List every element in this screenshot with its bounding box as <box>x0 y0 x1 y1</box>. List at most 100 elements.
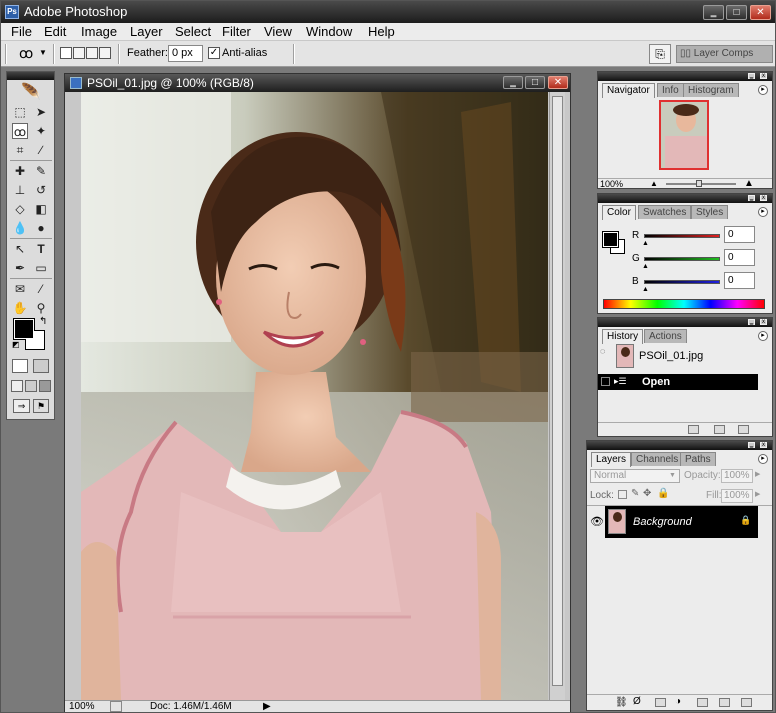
panel-minimize-button[interactable]: ‗ <box>748 319 755 325</box>
red-slider[interactable] <box>644 234 720 238</box>
zoom-out-icon[interactable]: ▲ <box>650 179 658 189</box>
photo-canvas[interactable] <box>81 92 548 700</box>
menu-select[interactable]: Select <box>175 24 211 39</box>
panel-menu-icon[interactable]: ▸ <box>758 454 768 464</box>
antialias-checkbox[interactable]: ✓ <box>208 47 220 59</box>
tab-swatches[interactable]: Swatches <box>638 205 692 219</box>
color-ramp[interactable] <box>603 299 765 309</box>
blue-slider[interactable] <box>644 280 720 284</box>
trash-icon[interactable] <box>738 425 749 434</box>
layer-style-icon[interactable]: Ø <box>633 696 641 707</box>
status-icon[interactable] <box>110 701 122 712</box>
panel-menu-icon[interactable]: ▸ <box>758 331 768 341</box>
panel-close-button[interactable]: x <box>760 442 767 448</box>
menu-image[interactable]: Image <box>81 24 117 39</box>
layer-name[interactable]: Background <box>633 516 692 528</box>
doc-minimize-button[interactable]: ‗ <box>503 76 523 89</box>
standard-mode-icon[interactable] <box>12 359 28 373</box>
add-mask-icon[interactable] <box>655 698 666 707</box>
history-brush-tool-icon[interactable]: ↺ <box>33 182 49 198</box>
menu-edit[interactable]: Edit <box>44 24 66 39</box>
layer-comps-tab[interactable]: Layer Comps <box>694 48 753 59</box>
hand-tool-icon[interactable]: ✋ <box>12 300 28 316</box>
new-document-from-state-icon[interactable] <box>688 425 699 434</box>
imageready-icon[interactable]: ⚑ <box>33 399 49 413</box>
notes-tool-icon[interactable]: ✉ <box>12 281 28 297</box>
vertical-scrollbar[interactable] <box>549 92 565 700</box>
eraser-tool-icon[interactable]: ◇ <box>12 201 28 217</box>
fill-input[interactable]: 100% <box>721 489 753 503</box>
new-layer-icon[interactable] <box>719 698 730 707</box>
snapshot-name[interactable]: PSOil_01.jpg <box>639 350 703 362</box>
tab-actions[interactable]: Actions <box>644 329 687 343</box>
red-slider-thumb[interactable]: ▲ <box>642 240 649 247</box>
status-menu-arrow-icon[interactable]: ▶ <box>263 701 271 712</box>
navigator-view-box[interactable] <box>659 100 709 170</box>
panel-minimize-button[interactable]: ‗ <box>748 442 755 448</box>
lasso-tool-preset-icon[interactable]: ꝏ <box>19 45 33 62</box>
navigator-zoom[interactable]: 100% <box>600 179 623 189</box>
brush-tool-icon[interactable]: ✎ <box>33 163 49 179</box>
tab-navigator[interactable]: Navigator <box>602 83 655 98</box>
red-value[interactable]: 0 <box>724 226 755 243</box>
layer-row[interactable]: Background 🔒 <box>605 506 758 538</box>
panel-close-button[interactable]: x <box>760 319 767 325</box>
tab-styles[interactable]: Styles <box>691 205 729 219</box>
healing-brush-tool-icon[interactable]: ✚ <box>12 163 28 179</box>
history-brush-source-icon[interactable]: ◌ <box>600 346 612 360</box>
blend-mode-select[interactable]: Normal ▼ <box>590 469 680 483</box>
file-browser-icon[interactable]: ⎘ <box>649 44 671 64</box>
intersect-selection-icon[interactable] <box>99 47 111 59</box>
panel-menu-icon[interactable]: ▸ <box>758 207 768 217</box>
close-button[interactable]: ✕ <box>750 5 771 20</box>
default-colors-icon[interactable]: ◩ <box>12 340 20 349</box>
zoom-slider-thumb[interactable] <box>696 180 702 187</box>
zoom-in-icon[interactable]: ▲ <box>744 179 754 189</box>
doc-close-button[interactable]: ✕ <box>548 76 568 89</box>
jump-to-imageready-icon[interactable]: ⇒ <box>13 399 30 413</box>
panel-minimize-button[interactable]: ‗ <box>748 73 755 79</box>
green-slider[interactable] <box>644 257 720 261</box>
foreground-color-swatch-front[interactable] <box>14 319 34 339</box>
green-value[interactable]: 0 <box>724 249 755 266</box>
pen-tool-icon[interactable]: ✒ <box>12 260 28 276</box>
quick-mask-mode-icon[interactable] <box>33 359 49 373</box>
opacity-input[interactable]: 100% <box>721 469 753 483</box>
zoom-level[interactable]: 100% <box>69 701 95 712</box>
marquee-tool-icon[interactable]: ⬚ <box>12 104 28 120</box>
link-layers-icon[interactable]: ⛓ <box>615 697 628 708</box>
crop-tool-icon[interactable]: ⌗ <box>12 142 28 158</box>
clone-stamp-tool-icon[interactable]: ⊥ <box>12 182 28 198</box>
lock-transparency-icon[interactable] <box>618 490 627 499</box>
type-tool-icon[interactable]: T <box>33 241 49 257</box>
full-screen-mode-icon[interactable] <box>39 380 51 392</box>
minimize-button[interactable]: ‗ <box>703 5 724 20</box>
swap-colors-icon[interactable]: ↰ <box>39 316 47 327</box>
green-slider-thumb[interactable]: ▲ <box>642 263 649 270</box>
magic-wand-tool-icon[interactable]: ✦ <box>33 123 49 139</box>
history-checkbox[interactable] <box>601 377 610 386</box>
dodge-tool-icon[interactable]: ● <box>33 220 49 236</box>
path-selection-tool-icon[interactable]: ↖ <box>12 241 28 257</box>
shape-tool-icon[interactable]: ▭ <box>33 260 49 276</box>
full-screen-menu-mode-icon[interactable] <box>25 380 37 392</box>
opacity-arrow-icon[interactable]: ▶ <box>755 470 760 478</box>
new-group-icon[interactable] <box>697 698 708 707</box>
chevron-down-icon[interactable]: ▼ <box>39 48 47 57</box>
add-to-selection-icon[interactable] <box>73 47 85 59</box>
history-item[interactable]: ▸☰ Open <box>598 374 758 390</box>
menu-help[interactable]: Help <box>368 24 395 39</box>
new-selection-icon[interactable] <box>60 47 72 59</box>
panel-close-button[interactable]: x <box>760 73 767 79</box>
lock-all-icon[interactable]: 🔒 <box>657 488 669 499</box>
feather-input[interactable]: 0 px <box>168 45 203 62</box>
slice-tool-icon[interactable]: ∕ <box>33 142 49 158</box>
new-adjustment-layer-icon[interactable]: ◑ <box>675 696 681 707</box>
lasso-tool-icon[interactable]: ꝏ <box>12 123 28 139</box>
menu-filter[interactable]: Filter <box>222 24 251 39</box>
menu-layer[interactable]: Layer <box>130 24 163 39</box>
tab-info[interactable]: Info <box>657 83 684 97</box>
tab-history[interactable]: History <box>602 329 644 344</box>
foreground-color-swatch[interactable] <box>602 231 619 248</box>
blur-tool-icon[interactable]: 💧 <box>12 220 28 236</box>
